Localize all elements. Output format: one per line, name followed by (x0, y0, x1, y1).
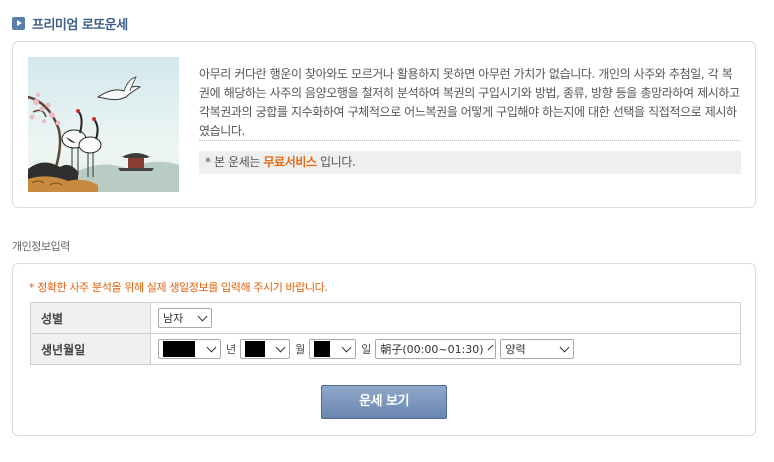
calendar-type-value: 양력 (505, 343, 526, 356)
chevron-down-icon (197, 311, 208, 321)
gender-cell: 남자 (150, 302, 741, 334)
play-arrow-icon (12, 16, 25, 30)
year-value-redacted (163, 341, 195, 357)
personal-info-table: 성별 남자 생년월일 년 월 일 朝子(00:00~01:30) 양력 (30, 302, 741, 365)
year-select[interactable] (158, 339, 221, 359)
chevron-down-icon (341, 342, 352, 352)
birth-row: 생년월일 년 월 일 朝子(00:00~01:30) 양력 (30, 333, 741, 365)
day-select[interactable] (309, 339, 357, 359)
view-fortune-button[interactable]: 운세 보기 (321, 385, 447, 419)
chevron-down-icon (275, 342, 286, 352)
service-description: 아무리 커다란 행운이 찾아와도 모르거나 활용하지 못하면 아무런 가치가 없… (199, 67, 740, 138)
notice-highlight: 무료서비스 (263, 155, 317, 169)
gender-value: 남자 (163, 312, 184, 325)
birth-cell: 년 월 일 朝子(00:00~01:30) 양력 (150, 333, 741, 365)
chevron-down-icon (487, 344, 493, 350)
intro-panel: 아무리 커다란 행운이 찾아와도 모르거나 활용하지 못하면 아무런 가치가 없… (12, 41, 756, 208)
personal-info-panel: * 정확한 사주 분석을 위해 실제 생일정보를 입력해 주시기 바랍니다. 성… (12, 263, 756, 436)
gender-row: 성별 남자 (30, 302, 741, 334)
gender-label: 성별 (30, 302, 151, 334)
birth-label: 생년월일 (30, 333, 151, 365)
month-unit: 월 (295, 343, 306, 356)
page-title: 프리미엄 로또운세 (32, 17, 128, 33)
page-header: 프리미엄 로또운세 (12, 14, 128, 33)
chevron-down-icon (206, 342, 217, 352)
notice-suffix: 입니다. (320, 155, 356, 169)
chevron-down-icon (559, 342, 570, 352)
section-label: 개인정보입력 (12, 240, 70, 253)
day-value-redacted (314, 341, 331, 357)
birth-time-select[interactable]: 朝子(00:00~01:30) (375, 339, 497, 359)
input-warning: * 정확한 사주 분석을 위해 실제 생일정보를 입력해 주시기 바랍니다. (29, 281, 328, 294)
year-unit: 년 (226, 343, 237, 356)
birth-time-value: 朝子(00:00~01:30) (380, 343, 484, 356)
notice-prefix: * 본 운세는 (205, 155, 260, 169)
day-unit: 일 (361, 343, 372, 356)
month-value-redacted (245, 341, 266, 357)
free-service-notice: * 본 운세는 무료서비스 입니다. (199, 151, 741, 174)
month-select[interactable] (240, 339, 291, 359)
cranes-illustration (28, 57, 179, 192)
gender-select[interactable]: 남자 (158, 308, 212, 328)
dotted-divider (199, 140, 741, 141)
calendar-type-select[interactable]: 양력 (500, 339, 575, 359)
